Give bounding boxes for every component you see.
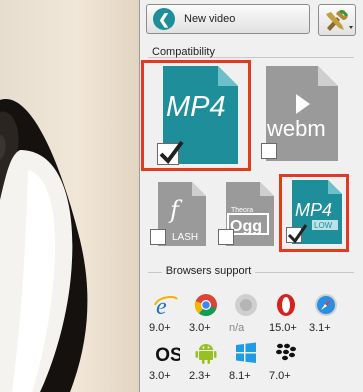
format-flash-checkbox[interactable] (150, 229, 166, 245)
browser-unknown-version: n/a (229, 322, 245, 334)
chevron-down-icon (349, 26, 353, 29)
video-preview (0, 0, 139, 392)
internet-explorer-icon: e (154, 294, 178, 317)
penguin-image (0, 99, 88, 392)
browser-android-version: 2.3+ (189, 370, 211, 382)
browser-ie: e 9.0+ (146, 293, 186, 334)
browser-android: 2.3+ (186, 341, 226, 382)
browser-windows: 8.1+ (226, 341, 266, 382)
browser-ios: iOS 3.0+ (146, 341, 186, 382)
browser-chrome-version: 3.0+ (189, 322, 211, 334)
chrome-icon (194, 294, 217, 316)
format-webm-checkbox[interactable] (261, 143, 277, 159)
ios-icon: iOS (154, 345, 180, 365)
android-icon (195, 344, 217, 364)
tools-icon (326, 10, 353, 31)
new-video-label: New video (184, 13, 236, 25)
safari-icon (315, 294, 337, 316)
browser-chrome: 3.0+ (186, 293, 226, 334)
browser-ie-version: 9.0+ (149, 322, 171, 334)
format-mp4-checkbox[interactable] (157, 140, 184, 165)
checkmark-icon (287, 224, 307, 244)
browsers-support-title: Browsers support (161, 265, 256, 277)
windows-icon (236, 342, 256, 363)
blackberry-icon (276, 343, 296, 361)
format-ogg-sublabel: Theora (231, 207, 253, 214)
browser-opera: 15.0+ (266, 293, 306, 334)
format-mp4-low-sublabel: LOW (314, 221, 333, 230)
format-webm-label: webm (266, 116, 326, 141)
preview-divider (139, 0, 140, 392)
opera-icon (277, 294, 295, 316)
format-mp4-low-checkbox[interactable] (286, 224, 307, 244)
format-flash-label: LASH (172, 232, 198, 243)
format-mp4-label: MP4 (166, 91, 226, 123)
tools-button[interactable] (318, 4, 356, 36)
format-mp4[interactable]: MP4 (148, 64, 248, 169)
format-mp4-low-label: MP4 (295, 200, 332, 220)
format-mp4-low[interactable]: MP4 LOW (282, 178, 348, 246)
new-video-button[interactable]: ❮ New video (146, 4, 310, 34)
svg-text:iOS: iOS (154, 345, 180, 365)
browser-opera-version: 15.0+ (269, 322, 297, 334)
unknown-browser-icon (235, 294, 257, 316)
format-webm[interactable]: webm (258, 64, 353, 164)
format-ogg-checkbox[interactable] (218, 229, 234, 245)
browser-safari: 3.1+ (306, 293, 346, 334)
browser-unknown: n/a (226, 293, 266, 334)
arrow-left-icon: ❮ (153, 8, 175, 30)
format-ogg[interactable]: Theora Ogg (216, 180, 278, 248)
checkmark-icon (159, 140, 184, 165)
browser-windows-version: 8.1+ (229, 370, 251, 382)
format-ogg-label: Ogg (230, 218, 262, 235)
compatibility-title: Compatibility (152, 46, 215, 58)
browser-safari-version: 3.1+ (309, 322, 331, 334)
browser-ios-version: 3.0+ (149, 370, 171, 382)
format-flash[interactable]: f LASH (148, 180, 210, 248)
browser-blackberry: 7.0+ (266, 341, 306, 382)
browser-blackberry-version: 7.0+ (269, 370, 291, 382)
